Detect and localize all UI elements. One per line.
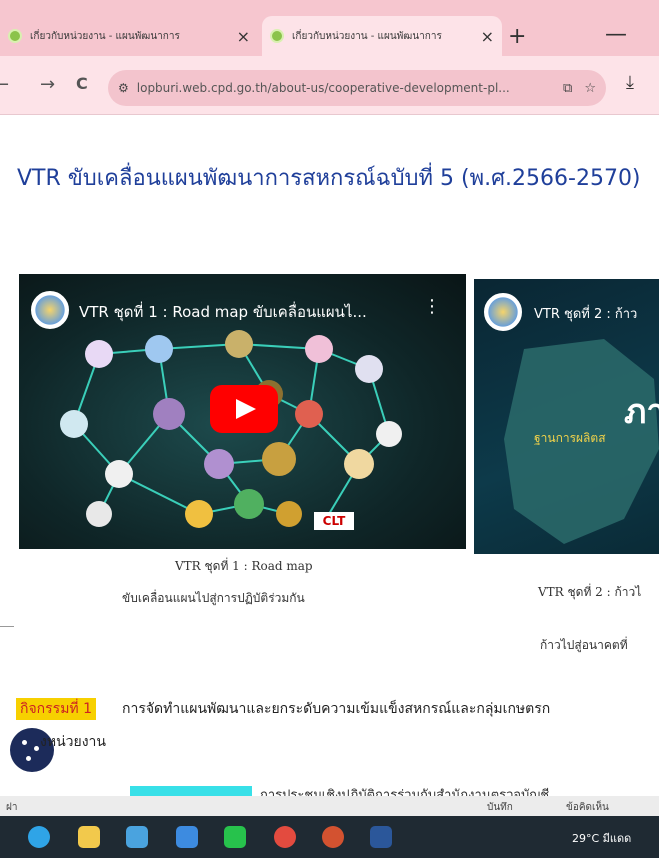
- browser-toolbar: ← → C ⚙ lopburi.web.cpd.go.th/about-us/c…: [0, 56, 659, 115]
- new-tab-button[interactable]: +: [508, 24, 526, 49]
- site-favicon-icon: [270, 29, 284, 43]
- channel-avatar[interactable]: [484, 293, 522, 331]
- bookmark-star-icon[interactable]: ☆: [584, 81, 596, 96]
- back-icon[interactable]: ←: [0, 74, 9, 95]
- activity-unit-text: งหน่วยงาน: [40, 734, 106, 750]
- comments-button[interactable]: ข้อคิดเห็น: [566, 800, 609, 815]
- video-1-caption-line1: VTR ชุดที่ 1 : Road map: [175, 559, 313, 573]
- video-2-caption-line2: ก้าวไปสู่อนาคตที่: [540, 638, 628, 652]
- line-icon[interactable]: [224, 826, 246, 848]
- store-icon[interactable]: [126, 826, 148, 848]
- site-info-icon[interactable]: ⚙: [118, 81, 129, 95]
- mail-icon[interactable]: [176, 826, 198, 848]
- activity-text: การจัดทำแผนพัฒนาและยกระดับความเข้มแข็งสห…: [122, 701, 551, 717]
- word-icon[interactable]: [370, 826, 392, 848]
- activity-label: กิจกรรมที่ 1: [16, 698, 97, 720]
- forward-icon[interactable]: →: [40, 74, 55, 95]
- site-favicon-icon: [8, 29, 22, 43]
- chrome-icon[interactable]: [274, 826, 296, 848]
- brand-logo: CLT: [314, 512, 354, 530]
- taskbar: 29°C มีแดด: [0, 816, 659, 858]
- video-overlay-subtext: ฐานการผลิตส: [534, 431, 606, 445]
- minimize-button[interactable]: —: [605, 22, 627, 47]
- status-bar: ฝา บันทึก ข้อคิดเห็น: [0, 796, 659, 816]
- video-player-2[interactable]: VTR ชุดที่ 2 : ก้าว ภา ฐานการผลิตส: [474, 279, 659, 554]
- status-left-text: ฝา: [6, 802, 18, 813]
- tab-bar: เกี่ยวกับหน่วยงาน - แผนพัฒนาการ × เกี่ยว…: [0, 0, 659, 56]
- file-explorer-icon[interactable]: [78, 826, 100, 848]
- video-2-caption-line1: VTR ชุดที่ 2 : ก้าวไ: [538, 585, 642, 599]
- address-bar[interactable]: ⚙ lopburi.web.cpd.go.th/about-us/coopera…: [108, 70, 606, 106]
- powerpoint-icon[interactable]: [322, 826, 344, 848]
- play-button-icon[interactable]: [210, 385, 278, 433]
- weather-widget[interactable]: 29°C มีแดด: [572, 829, 631, 847]
- edge-icon[interactable]: [28, 826, 50, 848]
- url-text[interactable]: lopburi.web.cpd.go.th/about-us/cooperati…: [137, 81, 551, 95]
- notes-button[interactable]: บันทึก: [487, 800, 513, 815]
- video-overlay-text: ภา: [624, 392, 659, 432]
- page-title: VTR ขับเคลื่อนแผนพัฒนาการสหกรณ์ฉบับที่ 5…: [17, 166, 641, 191]
- video-1-caption-line2: ขับเคลื่อนแผนไปสู่การปฏิบัติร่วมกัน: [122, 591, 305, 605]
- tab-title: เกี่ยวกับหน่วยงาน - แผนพัฒนาการ: [292, 30, 442, 42]
- divider: [0, 626, 14, 627]
- tab-1[interactable]: เกี่ยวกับหน่วยงาน - แผนพัฒนาการ ×: [0, 16, 258, 56]
- reload-icon[interactable]: C: [76, 74, 88, 93]
- more-options-icon[interactable]: ⋮: [423, 296, 441, 317]
- video-title[interactable]: VTR ชุดที่ 1 : Road map ขับเคลื่อนแผนไ..…: [79, 300, 367, 324]
- channel-avatar[interactable]: [31, 291, 69, 329]
- translate-icon[interactable]: ⧉: [563, 81, 572, 96]
- tab-title: เกี่ยวกับหน่วยงาน - แผนพัฒนาการ: [30, 30, 180, 42]
- tab-2[interactable]: เกี่ยวกับหน่วยงาน - แผนพัฒนาการ ×: [262, 16, 502, 56]
- download-icon[interactable]: ⤓: [626, 72, 634, 93]
- close-icon[interactable]: ×: [237, 27, 250, 46]
- close-icon[interactable]: ×: [481, 27, 494, 46]
- video-title[interactable]: VTR ชุดที่ 2 : ก้าว: [534, 303, 637, 324]
